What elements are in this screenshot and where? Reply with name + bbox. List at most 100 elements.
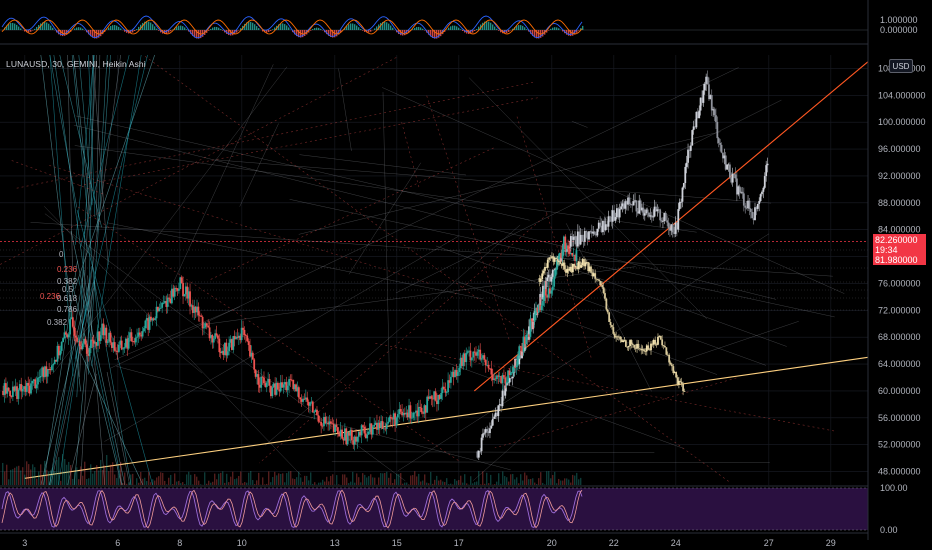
macd-histogram-bar (16, 24, 18, 30)
macd-histogram-bar (258, 28, 260, 30)
volume-bar (298, 471, 300, 485)
price-candle (567, 245, 569, 250)
volume-bar (266, 483, 268, 485)
macd-histogram-bar (314, 28, 316, 30)
volume-bar (504, 476, 506, 485)
ghost-candle (734, 174, 737, 179)
ghost-candle (742, 193, 745, 206)
currency-badge[interactable]: USD (889, 59, 913, 73)
macd-histogram-bar (46, 22, 48, 30)
volume-bar (146, 481, 148, 485)
volume-bar (390, 473, 392, 485)
volume-bar (28, 464, 30, 485)
price-candle (242, 327, 244, 330)
price-tick-label: 52.000000 (878, 440, 921, 450)
volume-bar (178, 480, 180, 485)
price-candle (67, 334, 70, 338)
price-candle (117, 344, 120, 352)
volume-bar (22, 467, 24, 485)
volume-bar (36, 478, 38, 485)
volume-bar (252, 480, 254, 485)
volume-bar (268, 471, 270, 485)
volume-bar (322, 479, 324, 485)
projection-candle (647, 345, 650, 350)
volume-bar (58, 457, 60, 485)
projection-candle (644, 351, 647, 352)
symbol-title[interactable]: LUNAUSD, 30, GEMINI, Heikin Ashi (6, 59, 146, 69)
volume-bar (184, 484, 186, 485)
price-candle (366, 434, 369, 439)
volume-bar (438, 480, 440, 485)
volume-bar (404, 482, 406, 485)
price-candle (143, 328, 145, 332)
macd-histogram-bar (74, 28, 76, 30)
volume-bar (532, 478, 534, 485)
volume-bar (396, 473, 398, 485)
time-tick-label: 24 (671, 538, 681, 548)
ghost-candle (698, 110, 701, 119)
volume-bar (238, 476, 240, 485)
volume-bar (286, 473, 288, 485)
price-candle (396, 414, 399, 418)
price-candle (78, 341, 81, 347)
price-candle (9, 390, 11, 397)
volume-bar (16, 466, 18, 485)
projection-candle (661, 339, 664, 346)
macd-histogram-bar (222, 30, 224, 31)
macd-histogram-bar (64, 30, 66, 36)
volume-bar (106, 455, 108, 485)
price-candle (529, 318, 532, 337)
volume-bar (110, 464, 112, 485)
price-candle (320, 422, 323, 426)
volume-bar (444, 482, 446, 485)
price-candle (480, 358, 483, 360)
price-candle (271, 387, 274, 397)
macd-histogram-bar (582, 25, 584, 30)
trading-chart[interactable]: 1.0000000.000000108.000000104.000000100.… (0, 0, 932, 550)
macd-histogram-bar (252, 22, 254, 30)
price-candle (449, 376, 452, 383)
ghost-candle (632, 201, 635, 206)
price-axis[interactable]: 1.0000000.000000108.000000104.000000100.… (867, 0, 932, 550)
price-candle (74, 335, 77, 338)
volume-bar (180, 483, 182, 485)
ghost-candle (761, 191, 763, 195)
fib-label: 0.5 (62, 285, 74, 294)
projection-candle (605, 298, 608, 310)
macd-histogram-bar (32, 30, 34, 31)
macd-histogram-bar (254, 24, 256, 30)
ghost-candle (689, 145, 692, 151)
volume-bar (52, 467, 54, 485)
volume-bar (154, 480, 156, 485)
time-tick-label: 10 (237, 538, 247, 548)
projection-candle (602, 287, 605, 294)
volume-bar (466, 483, 468, 485)
price-candle (561, 249, 564, 259)
ghost-candle (749, 208, 752, 212)
macd-histogram-bar (272, 29, 274, 30)
volume-bar (60, 480, 62, 485)
volume-bar (42, 475, 44, 485)
projection-candle (668, 354, 671, 363)
ghost-candle (687, 149, 689, 163)
price-candle (373, 424, 376, 427)
volume-bar (174, 473, 176, 485)
price-candle (309, 402, 311, 406)
volume-bar (312, 483, 314, 485)
price-candle (21, 389, 24, 392)
macd-histogram-bar (460, 29, 462, 30)
volume-bar (182, 482, 184, 485)
macd-histogram-bar (78, 27, 80, 30)
volume-bar (88, 478, 90, 485)
volume-bar (24, 474, 26, 485)
ghost-candle (756, 203, 759, 209)
ghost-candle (766, 163, 769, 166)
price-candle (268, 378, 271, 386)
price-candle (544, 289, 547, 296)
macd-histogram-bar (288, 27, 290, 30)
volume-bar (140, 471, 142, 485)
price-candle (476, 351, 479, 356)
volume-bar (256, 480, 258, 485)
volume-bar (474, 482, 476, 485)
projection-candle (573, 263, 576, 267)
